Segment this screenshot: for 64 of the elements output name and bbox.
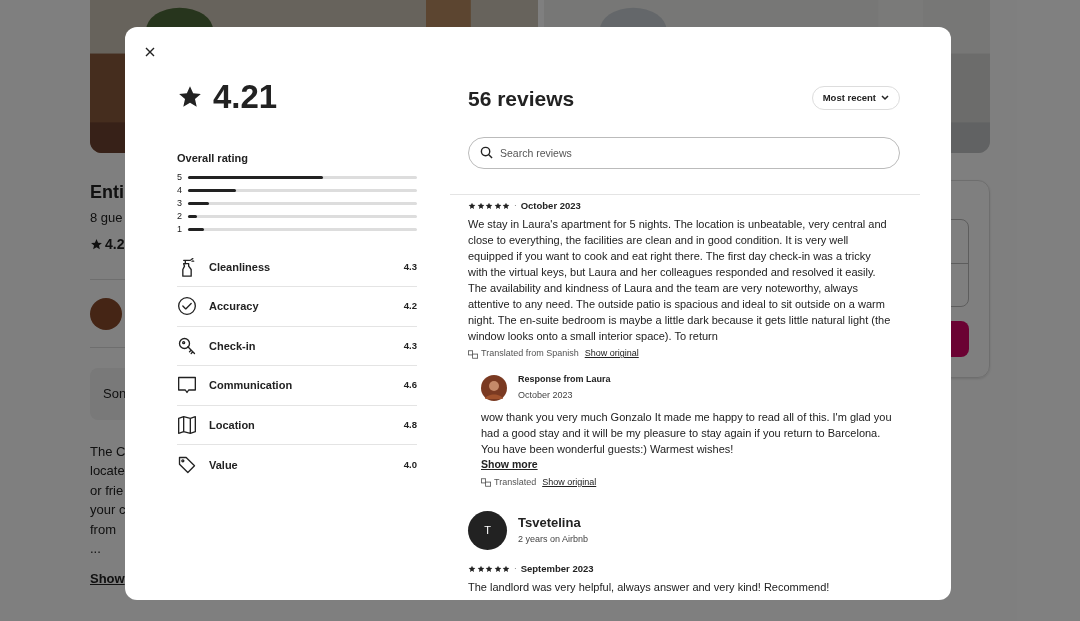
category-score: 4.6 <box>403 378 417 393</box>
review-date: October 2023 <box>520 199 581 213</box>
check-circle-icon <box>177 296 197 317</box>
close-icon <box>145 47 155 57</box>
dot-separator: · <box>514 563 517 576</box>
review-text: The landlord was very helpful, always answer and very kind! Recommend! <box>468 580 831 596</box>
category-label: Communication <box>209 378 293 393</box>
translate-icon <box>468 349 478 359</box>
avatar: T <box>468 511 507 550</box>
tag-icon <box>177 454 197 475</box>
show-more-link[interactable]: Show more <box>481 456 538 473</box>
key-icon <box>177 335 197 356</box>
star-icon <box>476 565 485 574</box>
show-original-link[interactable]: Show original <box>584 347 639 361</box>
category-score: 4.3 <box>403 259 417 274</box>
star-icon <box>90 237 103 251</box>
star-count-label: 5 <box>177 172 182 182</box>
review-date: September 2023 <box>520 562 594 576</box>
star-count-label: 3 <box>177 198 182 208</box>
reviewer-meta: 2 years on Airbnb <box>518 532 589 546</box>
star-count-label: 1 <box>177 224 182 234</box>
chevron-down-icon <box>881 95 889 101</box>
description-line: from <box>90 520 117 539</box>
dot-separator: · <box>514 200 517 213</box>
star-icon <box>476 202 485 211</box>
star-count-label: 4 <box>177 185 182 195</box>
show-original-link[interactable]: Show original <box>542 475 597 489</box>
listing-subtitle: 8 gue <box>90 209 124 227</box>
category-label: Cleanliness <box>209 259 271 275</box>
star-icon <box>493 202 502 211</box>
response-text: wow thank you very much Gonzalo It made me happy to read all of this. I'm glad you had a good stay and it will be my pleasure to stay again if you return to Barcelona. You have been wonderful guests:) Warmest wishes! <box>481 409 893 457</box>
category-label: Value <box>209 457 238 473</box>
overall-score: 4.21 <box>213 80 278 113</box>
search-field[interactable]: Search reviews <box>468 137 900 169</box>
category-score: 4.3 <box>403 338 417 353</box>
reviewer-name: Tsvetelina <box>518 514 582 531</box>
translation-note: Translated from Spanish <box>481 347 579 361</box>
reviews-title: 56 reviews <box>468 87 575 109</box>
description-line: or frie <box>90 481 125 500</box>
translation-note: Translated <box>494 475 537 489</box>
listing-title: Enti <box>90 181 125 204</box>
category-score: 4.2 <box>403 299 417 314</box>
speech-bubble-icon <box>177 375 197 396</box>
review-text: We stay in Laura's apartment for 5 nights. The location is unbeatable, very central and close to everything, the facilities are clean and in good condition. It is very well equipped if you want to cook and eat right there. The first day check-in was a tricky with the virtual keys, but Laura and her colleagues responded and resolved it easily. The availability and kindness of Laura and the team are very noteworthy, always attentive to any need. The outside patio is spacious and ideal to sit outside on a warm night. The en-suite bedroom is maybe a little dark because it gets little natural light (the window looks onto a small interior space). To return <box>468 217 892 345</box>
category-label: Accuracy <box>209 299 259 314</box>
description-line: The C <box>90 442 127 461</box>
search-icon <box>480 146 493 159</box>
translate-icon <box>481 477 491 487</box>
category-score: 4.8 <box>403 417 417 432</box>
category-score: 4.0 <box>403 457 417 472</box>
description-line: locate <box>90 462 126 480</box>
response-date: October 2023 <box>518 389 574 403</box>
listing-rating: 4.2 <box>105 234 125 254</box>
host-avatar <box>481 374 507 401</box>
overall-rating-label: Overall rating <box>177 151 249 166</box>
response-title: Response from Laura <box>518 372 611 386</box>
map-icon <box>177 414 197 435</box>
description-line: your c <box>90 501 127 519</box>
host-avatar <box>90 297 122 330</box>
description-line: ... <box>90 540 102 558</box>
category-label: Location <box>209 417 255 433</box>
star-count-label: 2 <box>177 211 182 221</box>
category-label: Check-in <box>209 338 256 354</box>
star-icon <box>493 565 502 574</box>
